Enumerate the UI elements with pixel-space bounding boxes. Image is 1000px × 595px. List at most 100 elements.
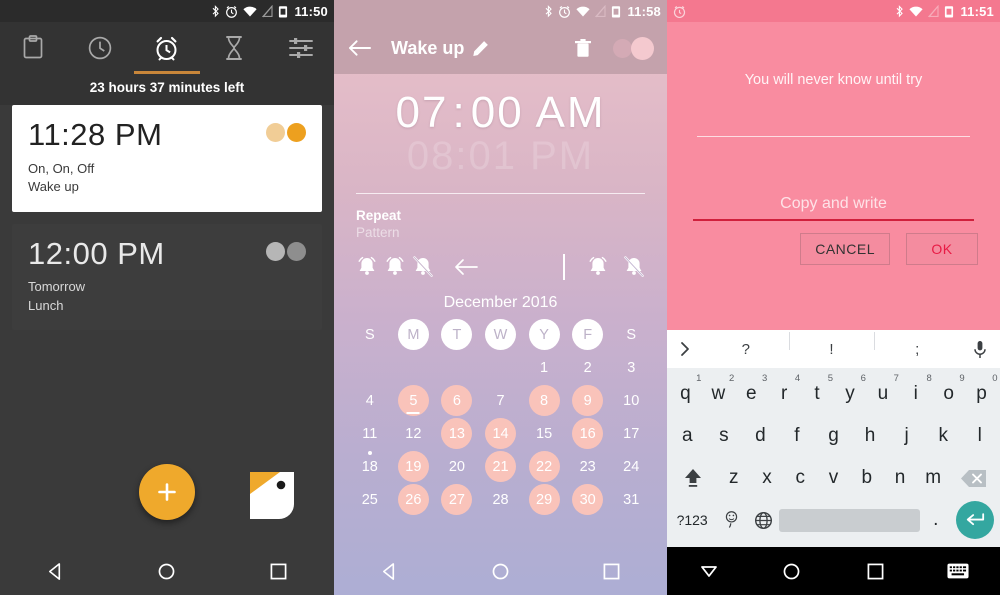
nav-recents-panel2[interactable] — [570, 563, 653, 580]
alarm-enable-toggle[interactable] — [613, 36, 654, 60]
key-q[interactable]: 1q — [669, 373, 702, 415]
calendar-day-31[interactable]: 31 — [609, 483, 653, 516]
key-t[interactable]: 5t — [801, 373, 834, 415]
weekday-wed[interactable]: W — [479, 318, 523, 351]
calendar-day-24[interactable]: 24 — [609, 450, 653, 483]
trash-icon[interactable] — [575, 38, 591, 58]
weekday-sun[interactable]: S — [348, 318, 392, 351]
cancel-button[interactable]: CANCEL — [800, 233, 890, 265]
backspace-key[interactable] — [950, 457, 998, 499]
key-v[interactable]: v — [817, 457, 850, 499]
key-z[interactable]: z — [717, 457, 750, 499]
weekday-sat[interactable]: S — [609, 318, 653, 351]
calendar-day-5[interactable]: 5 — [392, 384, 436, 417]
nav-switch-keyboard-panel3[interactable] — [917, 563, 1000, 579]
calendar-day-29[interactable]: 29 — [522, 483, 566, 516]
key-g[interactable]: g — [815, 415, 852, 457]
key-o[interactable]: 9o — [932, 373, 965, 415]
nav-back-panel2[interactable] — [348, 562, 431, 581]
key-k[interactable]: k — [925, 415, 962, 457]
key-n[interactable]: n — [883, 457, 916, 499]
enter-key[interactable] — [952, 499, 998, 541]
label-input-wrapper[interactable]: Copy and write — [691, 195, 976, 219]
calendar-day-28[interactable]: 28 — [479, 483, 523, 516]
calendar-day-16[interactable]: 16 — [566, 417, 610, 450]
calendar-day-22[interactable]: 22 — [522, 450, 566, 483]
key-p[interactable]: 0p — [965, 373, 998, 415]
bell-on-icon[interactable] — [587, 255, 609, 279]
calendar-day-8[interactable]: 8 — [522, 384, 566, 417]
bell-off-icon[interactable] — [412, 255, 434, 279]
key-l[interactable]: l — [961, 415, 998, 457]
add-alarm-fab[interactable] — [139, 464, 195, 520]
calendar-day-7[interactable]: 7 — [479, 384, 523, 417]
alarm-card-enabled[interactable]: 11:28 PM On, On, Off Wake up — [12, 105, 322, 212]
language-key[interactable] — [747, 499, 779, 541]
nav-back-panel1[interactable] — [14, 562, 98, 581]
calendar-day-30[interactable]: 30 — [566, 483, 610, 516]
alarm-toggle-on[interactable] — [266, 123, 306, 142]
weekday-tue[interactable]: T — [435, 318, 479, 351]
bell-on-icon[interactable] — [356, 255, 378, 279]
symbols-key[interactable]: ?123 — [669, 499, 715, 541]
pencil-icon[interactable] — [472, 40, 489, 57]
key-h[interactable]: h — [852, 415, 889, 457]
calendar-day-23[interactable]: 23 — [566, 450, 610, 483]
calendar-day-25[interactable]: 25 — [348, 483, 392, 516]
shift-key[interactable] — [669, 457, 717, 499]
calendar-day-6[interactable]: 6 — [435, 384, 479, 417]
calendar-day-1[interactable]: 1 — [522, 351, 566, 384]
suggestion-2[interactable]: ! — [788, 331, 875, 358]
suggestion-3[interactable]: ; — [874, 331, 960, 358]
key-b[interactable]: b — [850, 457, 883, 499]
calendar-day-15[interactable]: 15 — [522, 417, 566, 450]
calendar-day-18[interactable]: 18 — [348, 450, 392, 483]
nav-home-panel2[interactable] — [459, 562, 542, 581]
key-e[interactable]: 3e — [735, 373, 768, 415]
back-arrow-icon[interactable] — [454, 258, 478, 276]
back-arrow-icon[interactable] — [348, 39, 371, 57]
bell-on-icon[interactable] — [384, 255, 406, 279]
alarm-time-display[interactable]: 07:00 AM — [334, 74, 667, 138]
voice-input-button[interactable] — [960, 340, 1000, 359]
key-r[interactable]: 4r — [768, 373, 801, 415]
calendar-day-10[interactable]: 10 — [609, 384, 653, 417]
nav-home-panel1[interactable] — [125, 562, 209, 581]
tab-timer[interactable] — [200, 22, 267, 74]
key-x[interactable]: x — [750, 457, 783, 499]
key-f[interactable]: f — [779, 415, 816, 457]
key-w[interactable]: 2w — [702, 373, 735, 415]
key-j[interactable]: j — [888, 415, 925, 457]
calendar-day-17[interactable]: 17 — [609, 417, 653, 450]
nav-recents-panel3[interactable] — [834, 563, 917, 580]
ok-button[interactable]: OK — [906, 233, 978, 265]
alarm-card-disabled[interactable]: 12:00 PM Tomorrow Lunch — [12, 223, 322, 331]
key-a[interactable]: a — [669, 415, 706, 457]
emoji-key[interactable] — [715, 499, 747, 541]
repeat-section[interactable]: Repeat Pattern — [334, 194, 667, 240]
label-input[interactable]: Copy and write — [691, 195, 976, 219]
bell-off-icon[interactable] — [623, 255, 645, 279]
period-key[interactable]: . — [920, 499, 952, 541]
calendar-day-19[interactable]: 19 — [392, 450, 436, 483]
nav-hide-keyboard-panel3[interactable] — [667, 563, 750, 580]
tab-settings[interactable] — [267, 22, 334, 74]
key-u[interactable]: 7u — [866, 373, 899, 415]
calendar-day-27[interactable]: 27 — [435, 483, 479, 516]
calendar-day-14[interactable]: 14 — [479, 417, 523, 450]
tab-clipboard[interactable] — [0, 22, 67, 74]
calendar-day-4[interactable]: 4 — [348, 384, 392, 417]
calendar-day-21[interactable]: 21 — [479, 450, 523, 483]
key-m[interactable]: m — [917, 457, 950, 499]
key-c[interactable]: c — [784, 457, 817, 499]
nav-recents-panel1[interactable] — [237, 563, 321, 580]
calendar-day-11[interactable]: 11 — [348, 417, 392, 450]
calendar-day-2[interactable]: 2 — [566, 351, 610, 384]
expand-suggestions-button[interactable] — [667, 341, 703, 357]
key-i[interactable]: 8i — [899, 373, 932, 415]
alarm-toggle-off[interactable] — [266, 241, 306, 261]
weekday-thu[interactable]: Y — [522, 318, 566, 351]
weekday-fri[interactable]: F — [566, 318, 610, 351]
tab-clock[interactable] — [67, 22, 134, 74]
calendar-day-13[interactable]: 13 — [435, 417, 479, 450]
